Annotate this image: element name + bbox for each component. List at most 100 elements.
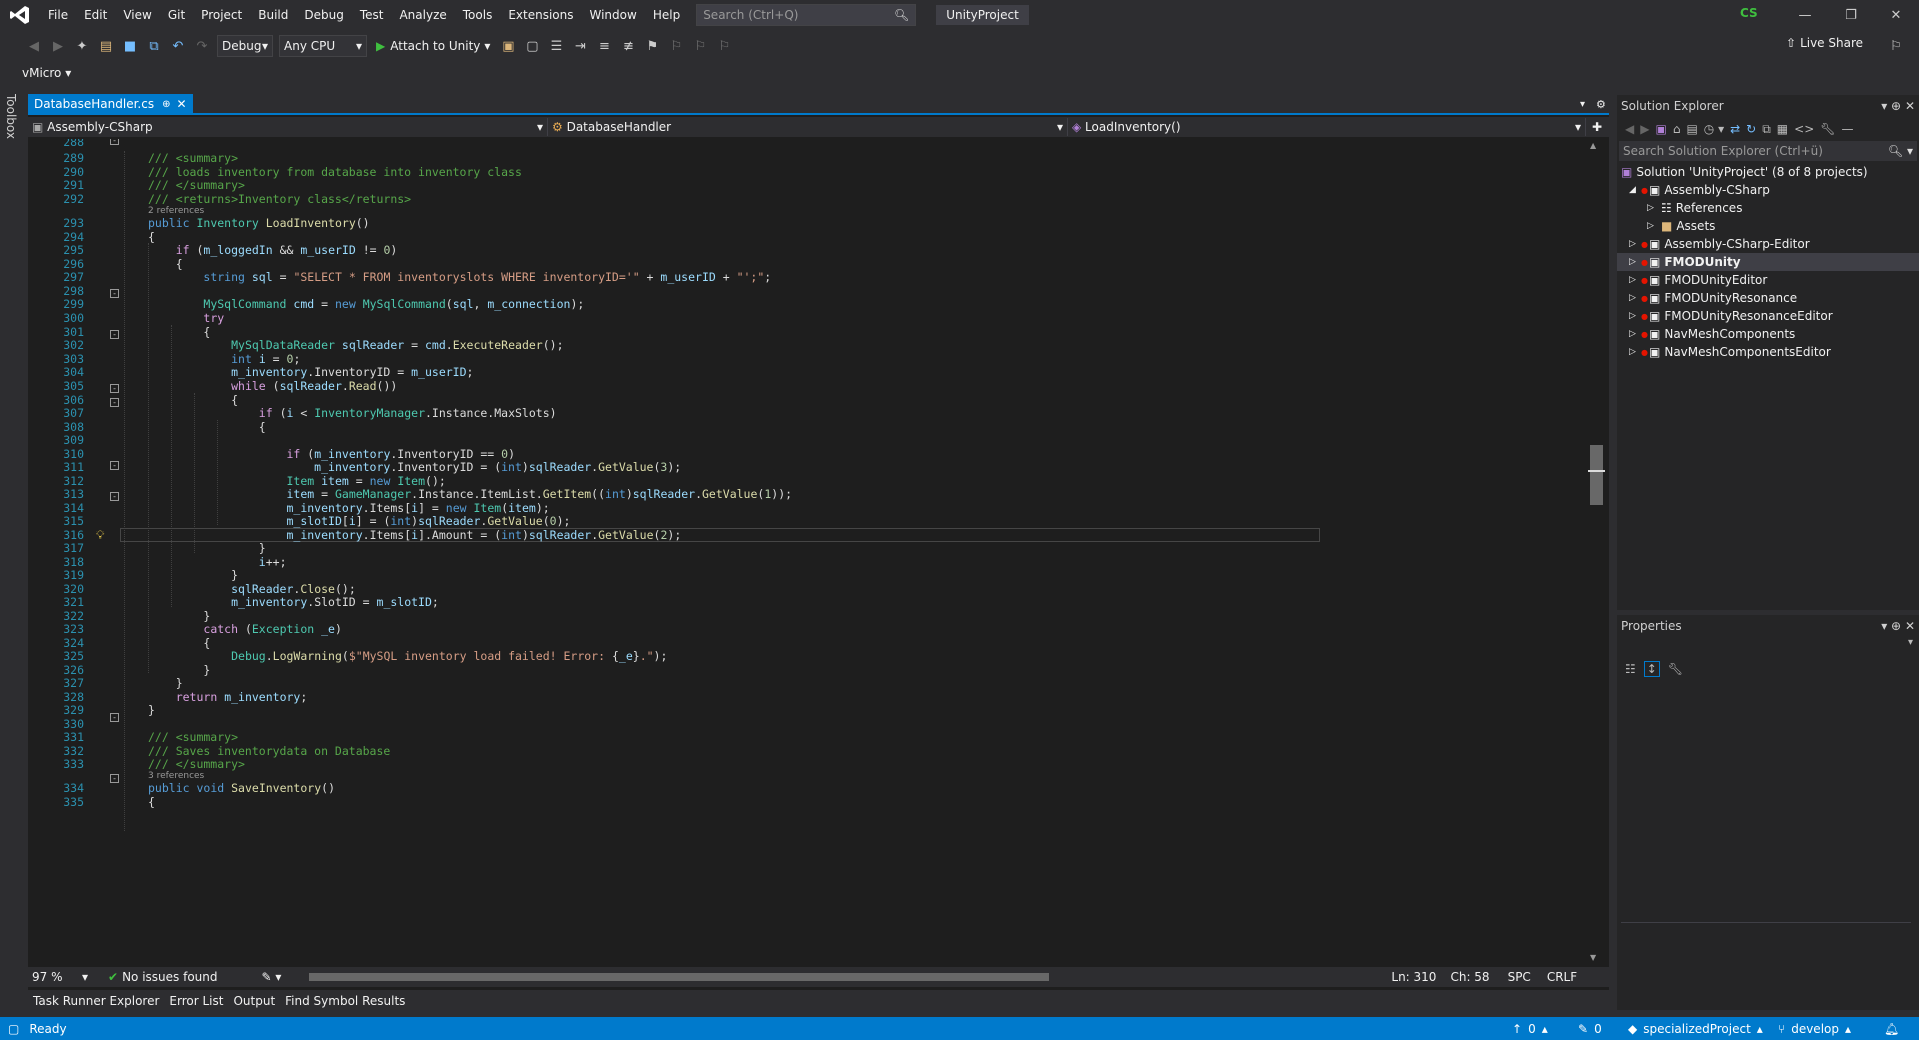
- repository-selector[interactable]: ◆ specializedProject ▴: [1628, 1022, 1763, 1036]
- tab-overflow-icon[interactable]: ▾: [1580, 99, 1585, 110]
- menu-analyze[interactable]: Analyze: [391, 0, 454, 30]
- open-file-icon[interactable]: ▤: [95, 35, 117, 57]
- comment-icon[interactable]: ≡: [593, 35, 615, 57]
- tree-item-navmeshcomponents[interactable]: ▷ ● ▣ NavMeshComponents: [1617, 325, 1919, 343]
- tab-output[interactable]: Output: [228, 994, 280, 1008]
- split-editor-icon[interactable]: ✚: [1592, 120, 1602, 134]
- bookmark-icon[interactable]: ⚑: [641, 35, 663, 57]
- toolbox-tab[interactable]: Toolbox: [0, 90, 22, 160]
- horizontal-scrollbar-thumb[interactable]: [309, 973, 1050, 981]
- configuration-dropdown[interactable]: Debug ▾: [217, 35, 273, 57]
- whitespace-indicator[interactable]: SPC: [1508, 970, 1531, 984]
- line-indicator[interactable]: Ln: 310: [1391, 970, 1436, 984]
- menu-test[interactable]: Test: [352, 0, 392, 30]
- search-input[interactable]: Search (Ctrl+Q) 🔍︎: [696, 4, 917, 26]
- publish-indicator[interactable]: ↑ 0 ▴: [1512, 1022, 1548, 1036]
- fold-toggle[interactable]: -: [110, 289, 119, 298]
- pending-changes-icon[interactable]: ◷ ▾: [1704, 122, 1724, 136]
- switch-views-icon[interactable]: ▤: [1686, 122, 1697, 136]
- categorized-icon[interactable]: ☷: [1625, 662, 1636, 676]
- close-window-button[interactable]: ✕: [1873, 0, 1919, 30]
- menu-window[interactable]: Window: [582, 0, 645, 30]
- tree-item-assembly-csharp-editor[interactable]: ▷ ● ▣ Assembly-CSharp-Editor: [1617, 235, 1919, 253]
- browse-folder-icon[interactable]: ▣: [497, 35, 519, 57]
- minimize-button[interactable]: —: [1782, 0, 1828, 30]
- column-indicator[interactable]: Ch: 58: [1450, 970, 1489, 984]
- issues-indicator[interactable]: ✔ No issues found: [108, 970, 217, 984]
- show-all-files-icon[interactable]: ▦: [1777, 122, 1788, 136]
- close-panel-icon[interactable]: ✕: [1905, 619, 1915, 633]
- menu-edit[interactable]: Edit: [76, 0, 115, 30]
- sync-icon[interactable]: ⇄: [1730, 122, 1740, 136]
- back-icon[interactable]: ◀: [1625, 122, 1634, 136]
- indent-icon[interactable]: ⇥: [569, 35, 591, 57]
- menu-tools[interactable]: Tools: [455, 0, 501, 30]
- panel-menu-icon[interactable]: ▾: [1881, 99, 1887, 113]
- tree-item-fmodunityeditor[interactable]: ▷ ● ▣ FMODUnityEditor: [1617, 271, 1919, 289]
- align-icon[interactable]: ☰: [545, 35, 567, 57]
- gear-icon[interactable]: ⚙: [1596, 98, 1606, 111]
- tab-error-list[interactable]: Error List: [164, 994, 228, 1008]
- code-editor[interactable]: 2872882892902912922932942952962972982993…: [28, 139, 1588, 965]
- save-icon[interactable]: ■: [119, 35, 141, 57]
- member-dropdown[interactable]: ◈ LoadInventory() ▾: [1068, 118, 1586, 136]
- project-dropdown[interactable]: ▣ Assembly-CSharp ▾: [28, 118, 548, 136]
- brush-icon[interactable]: ✎ ▾: [261, 970, 281, 984]
- tree-item-fmodunityresonance[interactable]: ▷ ● ▣ FMODUnityResonance: [1617, 289, 1919, 307]
- fold-toggle[interactable]: -: [110, 713, 119, 722]
- menu-git[interactable]: Git: [160, 0, 193, 30]
- tree-item-assets[interactable]: ▷ ■ Assets: [1617, 217, 1919, 235]
- solution-search-input[interactable]: Search Solution Explorer (Ctrl+ü) 🔍︎ ▾: [1619, 141, 1917, 161]
- notifications-bell-icon[interactable]: 🔔︎: [1884, 1022, 1899, 1036]
- vs-icon[interactable]: ▣: [1655, 122, 1666, 136]
- pending-changes-indicator[interactable]: ✎ 0: [1578, 1022, 1602, 1036]
- prev-bookmark-icon[interactable]: ⚐: [665, 35, 687, 57]
- navigate-back-icon[interactable]: ◀: [23, 35, 45, 57]
- scroll-down-icon[interactable]: ▼: [1590, 953, 1596, 962]
- branch-selector[interactable]: ⑂ develop ▴: [1778, 1022, 1851, 1036]
- restore-button[interactable]: ❐: [1828, 0, 1874, 30]
- tree-item-references[interactable]: ▷ ☷ References: [1617, 199, 1919, 217]
- tree-item-fmodunity[interactable]: ▷ ● ▣ FMODUnity: [1617, 253, 1919, 271]
- more-icon[interactable]: —: [1841, 122, 1853, 136]
- refresh-icon[interactable]: ↻: [1746, 122, 1756, 136]
- save-all-icon[interactable]: ⧉: [143, 35, 165, 57]
- undo-icon[interactable]: ↶: [167, 35, 189, 57]
- lightbulb-icon[interactable]: 💡︎: [96, 528, 104, 543]
- collapse-all-icon[interactable]: ⧉: [1762, 122, 1771, 137]
- tab-task-runner-explorer[interactable]: Task Runner Explorer: [28, 994, 164, 1008]
- solution-node[interactable]: ▣ Solution 'UnityProject' (8 of 8 project…: [1617, 163, 1919, 181]
- alphabetical-icon[interactable]: ↕: [1643, 661, 1660, 677]
- clear-bookmarks-icon[interactable]: ⚐: [713, 35, 735, 57]
- home-icon[interactable]: ⌂: [1673, 122, 1681, 136]
- panel-menu-icon[interactable]: ▾: [1881, 619, 1887, 633]
- fold-toggle[interactable]: -: [110, 774, 119, 783]
- properties-object-dropdown[interactable]: ▾: [1617, 637, 1919, 657]
- zoom-dropdown[interactable]: 97 % ▾: [28, 970, 88, 984]
- horizontal-scrollbar[interactable]: [301, 970, 1361, 984]
- fold-toggle[interactable]: -: [110, 461, 119, 470]
- tree-item-navmeshcomponentseditor[interactable]: ▷ ● ▣ NavMeshComponentsEditor: [1617, 343, 1919, 361]
- property-pages-icon[interactable]: 🔧︎: [1668, 662, 1683, 676]
- menu-project[interactable]: Project: [193, 0, 250, 30]
- fold-toggle[interactable]: -: [110, 330, 119, 339]
- pin-icon[interactable]: ⊕: [1891, 619, 1901, 633]
- tab-databasehandler[interactable]: DatabaseHandler.cs ⊕ ✕: [28, 94, 193, 114]
- menu-debug[interactable]: Debug: [296, 0, 351, 30]
- fold-toggle[interactable]: -: [110, 492, 119, 501]
- pin-icon[interactable]: ⊕: [162, 99, 170, 110]
- line-ending-indicator[interactable]: CRLF: [1547, 970, 1577, 984]
- close-tab-icon[interactable]: ✕: [176, 97, 186, 111]
- code-view-icon[interactable]: <>: [1794, 122, 1814, 136]
- next-bookmark-icon[interactable]: ⚐: [689, 35, 711, 57]
- tree-item-assembly-csharp[interactable]: ◢ ● ▣ Assembly-CSharp: [1617, 181, 1919, 199]
- codelens-references[interactable]: 3 references: [148, 771, 204, 781]
- tab-find-symbol-results[interactable]: Find Symbol Results: [280, 994, 410, 1008]
- wrench-icon[interactable]: 🔧︎: [1820, 122, 1835, 136]
- feedback-icon[interactable]: ⚐: [1885, 35, 1907, 57]
- menu-build[interactable]: Build: [250, 0, 296, 30]
- scrollbar-thumb[interactable]: [1590, 445, 1603, 505]
- scroll-up-icon[interactable]: ▲: [1590, 141, 1596, 150]
- fold-toggle[interactable]: -: [110, 398, 119, 407]
- fold-toggle[interactable]: -: [110, 384, 119, 393]
